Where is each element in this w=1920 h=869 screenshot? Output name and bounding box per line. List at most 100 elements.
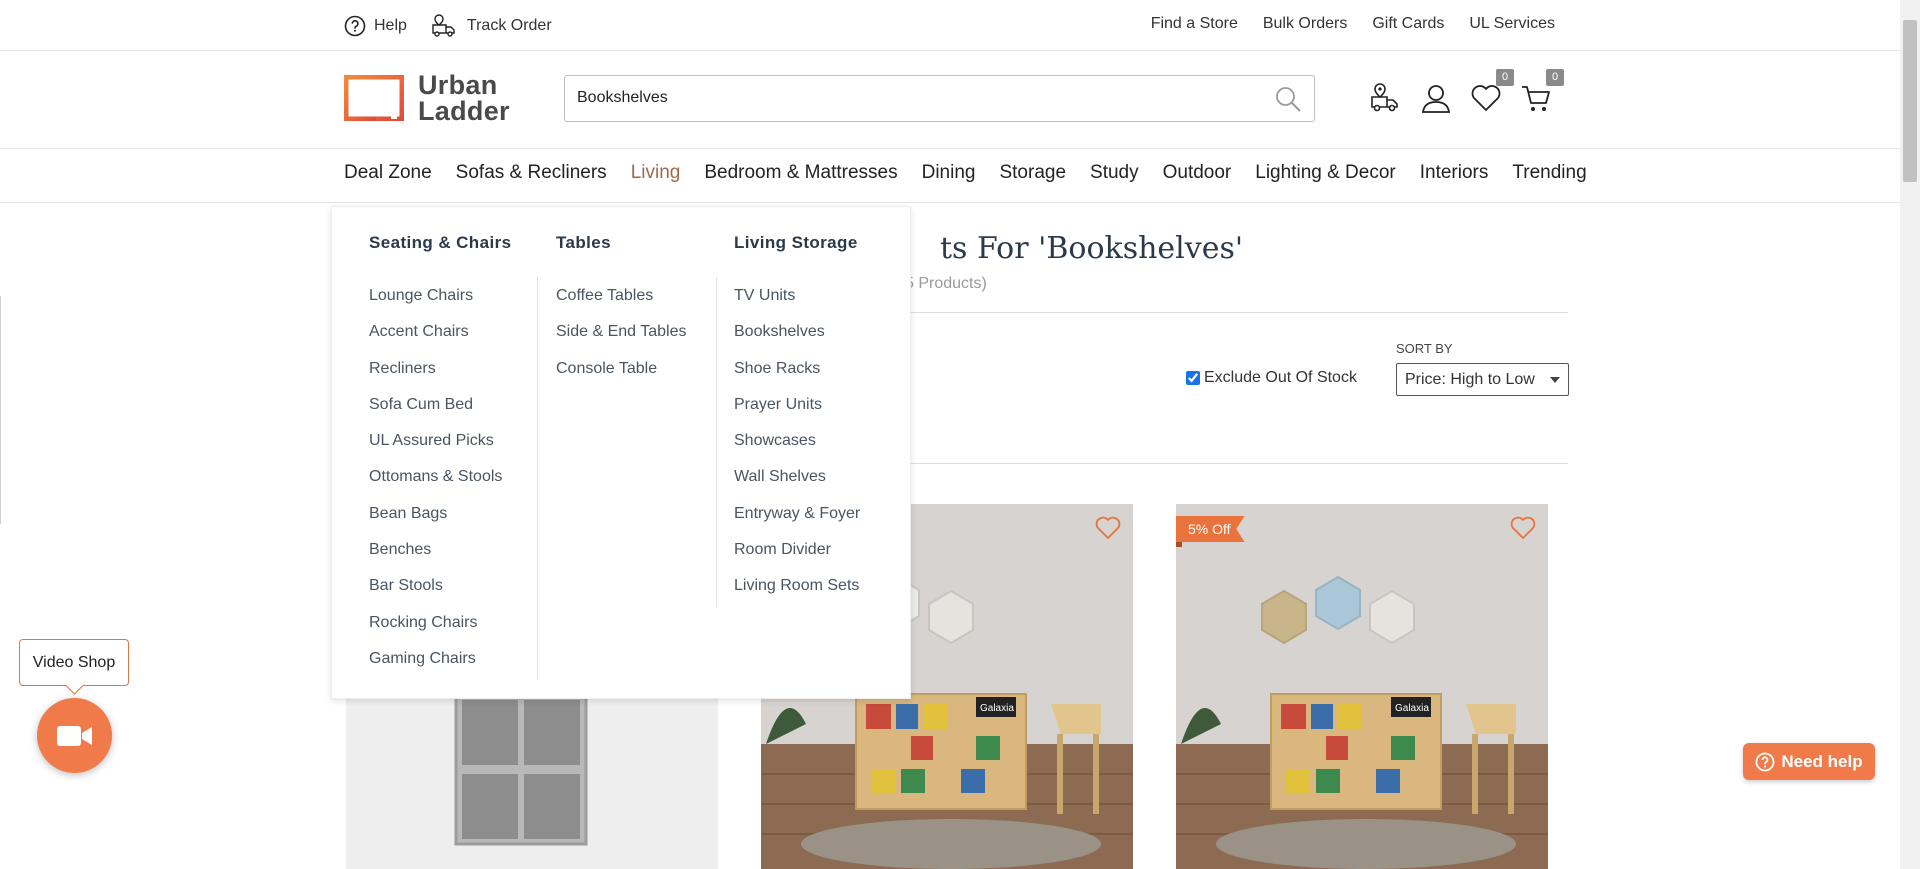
caret-down-icon bbox=[1550, 376, 1560, 383]
help-icon bbox=[1755, 752, 1775, 771]
search-input[interactable] bbox=[565, 76, 1245, 120]
menu-list-living-storage: TV Units Bookshelves Shoe Racks Prayer U… bbox=[734, 287, 860, 614]
nav-dining[interactable]: Dining bbox=[922, 162, 976, 184]
nav-living[interactable]: Living bbox=[631, 162, 681, 184]
heart-icon bbox=[1471, 85, 1501, 111]
menu-item[interactable]: TV Units bbox=[734, 287, 860, 323]
exclude-out-of-stock-label: Exclude Out Of Stock bbox=[1204, 369, 1357, 386]
book-label: Galaxia bbox=[980, 703, 1014, 714]
scrollbar-thumb[interactable] bbox=[1903, 20, 1917, 182]
ribbon-fold bbox=[1176, 542, 1182, 547]
logo-line2: Ladder bbox=[418, 96, 510, 126]
ul-services-link[interactable]: UL Services bbox=[1469, 15, 1555, 33]
user-icon bbox=[1421, 85, 1451, 113]
utility-bar: Help Track Order Find a Store Bulk Order… bbox=[0, 0, 1900, 51]
video-camera-icon bbox=[56, 725, 92, 746]
search-box bbox=[564, 75, 1315, 122]
menu-item[interactable]: Coffee Tables bbox=[556, 287, 686, 323]
menu-col-tables: Tables Coffee Tables Side & End Tables C… bbox=[556, 233, 686, 396]
page-scrollbar[interactable] bbox=[1900, 0, 1920, 869]
menu-item[interactable]: Bar Stools bbox=[369, 577, 511, 613]
need-help-label: Need help bbox=[1781, 751, 1863, 771]
logo-line1: Urban bbox=[418, 70, 498, 100]
menu-item[interactable]: Bean Bags bbox=[369, 505, 511, 541]
utility-left: Help Track Order bbox=[344, 13, 552, 39]
wishlist-heart-icon[interactable] bbox=[1095, 516, 1121, 540]
gift-cards-link[interactable]: Gift Cards bbox=[1372, 15, 1444, 33]
menu-item[interactable]: Console Table bbox=[556, 360, 686, 396]
menu-heading-tables[interactable]: Tables bbox=[556, 233, 686, 253]
video-shop-button[interactable] bbox=[37, 698, 112, 773]
menu-item[interactable]: Accent Chairs bbox=[369, 323, 511, 359]
video-shop-tooltip: Video Shop bbox=[19, 639, 129, 686]
menu-item[interactable]: Gaming Chairs bbox=[369, 650, 511, 686]
book-label: Galaxia bbox=[1395, 703, 1429, 714]
cart-icon bbox=[1522, 86, 1550, 111]
logo[interactable]: Urban Ladder bbox=[344, 70, 510, 126]
menu-item[interactable]: Living Room Sets bbox=[734, 577, 860, 613]
logo-mark-icon bbox=[344, 75, 404, 121]
account-button[interactable] bbox=[1420, 82, 1452, 114]
help-icon bbox=[344, 15, 366, 37]
menu-item[interactable]: Bookshelves bbox=[734, 323, 860, 359]
menu-item[interactable]: Rocking Chairs bbox=[369, 614, 511, 650]
menu-item[interactable]: Sofa Cum Bed bbox=[369, 396, 511, 432]
menu-item[interactable]: UL Assured Picks bbox=[369, 432, 511, 468]
track-order-label: Track Order bbox=[466, 17, 552, 34]
menu-item[interactable]: Side & End Tables bbox=[556, 323, 686, 359]
nav-lighting-decor[interactable]: Lighting & Decor bbox=[1255, 162, 1395, 184]
results-count: 5 Products) bbox=[905, 275, 987, 292]
nav-outdoor[interactable]: Outdoor bbox=[1163, 162, 1232, 184]
exclude-out-of-stock[interactable]: Exclude Out Of Stock bbox=[1186, 369, 1357, 387]
search-icon[interactable] bbox=[1274, 85, 1302, 113]
help-link[interactable]: Help bbox=[344, 15, 407, 37]
nav-bedroom-mattresses[interactable]: Bedroom & Mattresses bbox=[704, 162, 897, 184]
nav-study[interactable]: Study bbox=[1090, 162, 1139, 184]
menu-item[interactable]: Recliners bbox=[369, 360, 511, 396]
menu-item[interactable]: Showcases bbox=[734, 432, 860, 468]
menu-item[interactable]: Room Divider bbox=[734, 541, 860, 577]
exclude-out-of-stock-checkbox[interactable] bbox=[1186, 371, 1200, 385]
nav-trending[interactable]: Trending bbox=[1512, 162, 1586, 184]
utility-right: Find a Store Bulk Orders Gift Cards UL S… bbox=[1151, 15, 1555, 33]
product-image: Galaxia bbox=[1176, 504, 1548, 869]
nav-deal-zone[interactable]: Deal Zone bbox=[344, 162, 432, 184]
nav-storage[interactable]: Storage bbox=[999, 162, 1066, 184]
living-mega-menu: Seating & Chairs Lounge Chairs Accent Ch… bbox=[331, 206, 911, 699]
menu-list-seating: Lounge Chairs Accent Chairs Recliners So… bbox=[369, 287, 511, 686]
left-edge-line bbox=[0, 296, 1, 524]
wishlist-count-badge: 0 bbox=[1496, 69, 1514, 86]
cart-button[interactable]: 0 bbox=[1520, 69, 1564, 114]
header-icons: 0 0 bbox=[1370, 69, 1564, 114]
sort-by-value: Price: High to Low bbox=[1405, 370, 1535, 388]
logo-text: Urban Ladder bbox=[418, 70, 510, 126]
product-card[interactable]: Galaxia 5% Off bbox=[1176, 504, 1548, 869]
menu-item[interactable]: Ottomans & Stools bbox=[369, 468, 511, 504]
category-nav: Deal Zone Sofas & Recliners Living Bedro… bbox=[0, 150, 1900, 203]
sort-by-select[interactable]: Price: High to Low bbox=[1396, 363, 1569, 396]
track-order-link[interactable]: Track Order bbox=[431, 13, 552, 39]
menu-col-living-storage: Living Storage TV Units Bookshelves Shoe… bbox=[734, 233, 860, 614]
menu-item[interactable]: Lounge Chairs bbox=[369, 287, 511, 323]
menu-item[interactable]: Shoe Racks bbox=[734, 360, 860, 396]
nav-sofas-recliners[interactable]: Sofas & Recliners bbox=[456, 162, 607, 184]
wishlist-heart-icon[interactable] bbox=[1510, 516, 1536, 540]
cart-count-badge: 0 bbox=[1546, 69, 1564, 86]
menu-item[interactable]: Benches bbox=[369, 541, 511, 577]
store-delivery-button[interactable] bbox=[1370, 82, 1402, 114]
menu-heading-seating[interactable]: Seating & Chairs bbox=[369, 233, 511, 253]
need-help-button[interactable]: Need help bbox=[1743, 743, 1875, 780]
nav-interiors[interactable]: Interiors bbox=[1420, 162, 1489, 184]
menu-list-tables: Coffee Tables Side & End Tables Console … bbox=[556, 287, 686, 396]
menu-heading-living-storage[interactable]: Living Storage bbox=[734, 233, 860, 253]
menu-item[interactable]: Entryway & Foyer bbox=[734, 505, 860, 541]
menu-divider bbox=[537, 277, 538, 680]
find-store-link[interactable]: Find a Store bbox=[1151, 15, 1238, 33]
discount-ribbon: 5% Off bbox=[1176, 516, 1245, 542]
truck-location-icon bbox=[432, 14, 455, 37]
truck-location-icon bbox=[1371, 83, 1398, 112]
wishlist-button[interactable]: 0 bbox=[1470, 69, 1514, 114]
menu-item[interactable]: Prayer Units bbox=[734, 396, 860, 432]
menu-item[interactable]: Wall Shelves bbox=[734, 468, 860, 504]
bulk-orders-link[interactable]: Bulk Orders bbox=[1263, 15, 1347, 33]
